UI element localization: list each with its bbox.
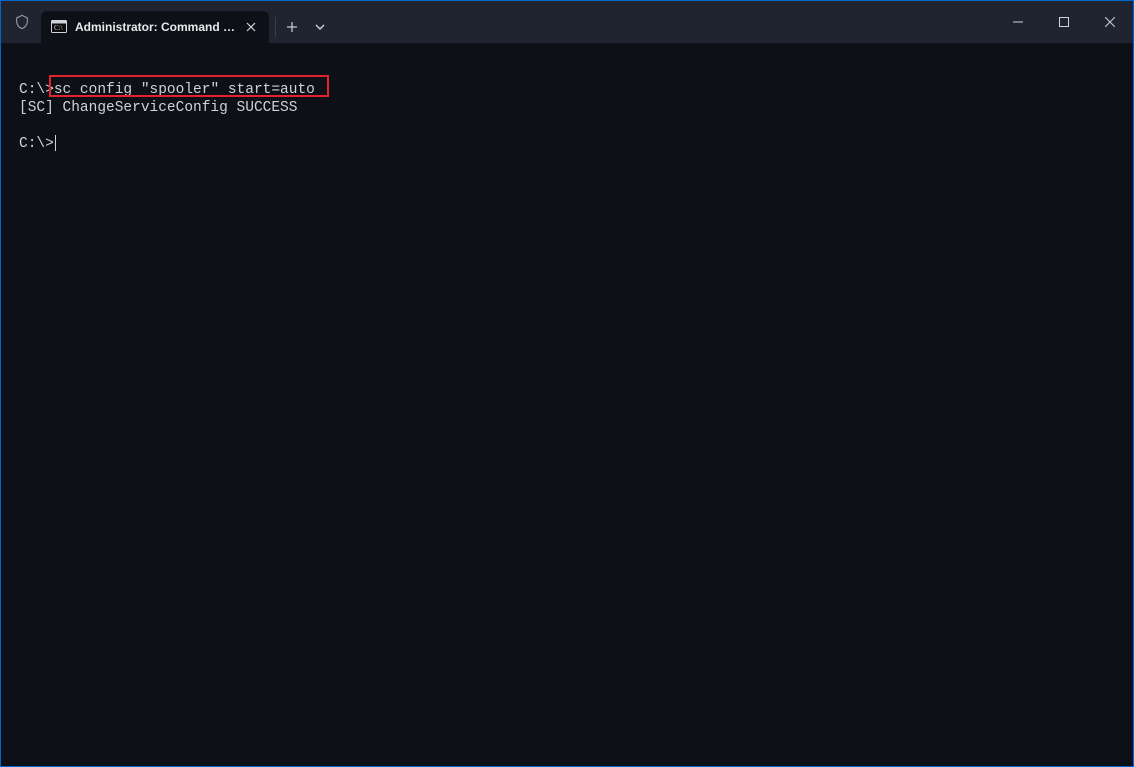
cmd-icon: C:\ — [51, 19, 67, 35]
blank-line — [19, 117, 1115, 135]
terminal-line-prompt: C:\> — [19, 135, 1115, 153]
minimize-button[interactable] — [995, 6, 1041, 38]
tab-command-prompt[interactable]: C:\ Administrator: Command Prom — [41, 11, 269, 43]
shield-icon — [13, 13, 31, 31]
tab-close-button[interactable] — [243, 19, 259, 35]
prompt: C:\> — [19, 82, 54, 98]
terminal-area[interactable]: C:\>sc config "spooler" start=auto [SC] … — [1, 43, 1133, 766]
new-tab-button[interactable] — [276, 11, 308, 43]
terminal-line-command: C:\>sc config "spooler" start=auto — [19, 81, 1115, 99]
cursor-icon — [55, 135, 56, 151]
titlebar: C:\ Administrator: Command Prom — [1, 1, 1133, 43]
prompt: C:\> — [19, 136, 54, 152]
tab-dropdown-button[interactable] — [308, 11, 332, 43]
close-window-button[interactable] — [1087, 6, 1133, 38]
svg-text:C:\: C:\ — [54, 24, 63, 32]
tab-title: Administrator: Command Prom — [75, 20, 243, 34]
window-controls — [995, 6, 1133, 38]
terminal-line-output: [SC] ChangeServiceConfig SUCCESS — [19, 99, 1115, 117]
command-text: sc config "spooler" start=auto — [54, 82, 315, 98]
maximize-button[interactable] — [1041, 6, 1087, 38]
